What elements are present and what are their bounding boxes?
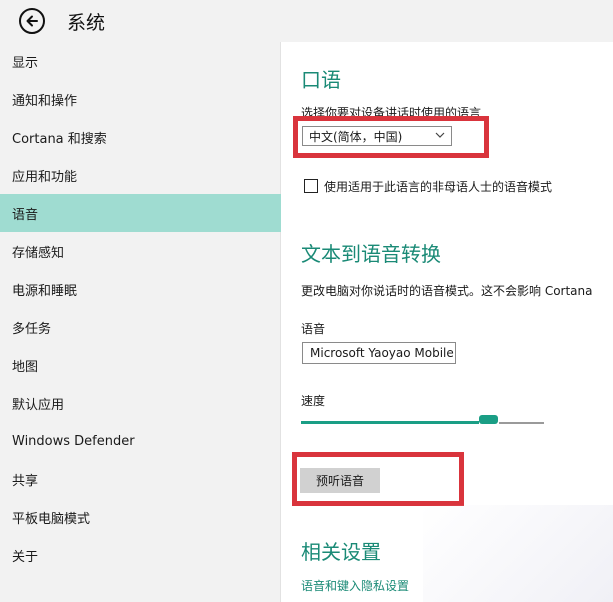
sidebar-item-cortana[interactable]: Cortana 和搜索 — [0, 118, 281, 156]
back-button[interactable] — [19, 8, 45, 34]
sidebar-item-maps[interactable]: 地图 — [0, 346, 281, 384]
non-native-checkbox-label[interactable]: 使用适用于此语言的非母语人士的语音模式 — [324, 178, 552, 195]
related-settings-heading: 相关设置 — [301, 540, 381, 564]
tts-heading: 文本到语音转换 — [301, 242, 441, 266]
page-title: 系统 — [67, 12, 106, 34]
sidebar-item-power[interactable]: 电源和睡眠 — [0, 270, 281, 308]
highlight-box-preview — [292, 452, 464, 506]
non-native-checkbox[interactable] — [304, 179, 318, 193]
tts-description: 更改电脑对你说话时的语音模式。这不会影响 Cortana — [301, 284, 593, 298]
sidebar-item-display[interactable]: 显示 — [0, 42, 281, 80]
voice-label: 语音 — [301, 322, 326, 336]
voice-dropdown[interactable]: Microsoft Yaoyao Mobile — [302, 342, 456, 364]
sidebar-item-multitasking[interactable]: 多任务 — [0, 308, 281, 346]
sidebar-item-speech[interactable]: 语音 — [0, 194, 281, 232]
sidebar-item-notifications[interactable]: 通知和操作 — [0, 80, 281, 118]
speech-heading: 口语 — [301, 68, 341, 92]
sidebar-item-about[interactable]: 关于 — [0, 536, 281, 574]
arrow-left-icon — [26, 15, 38, 27]
sidebar-item-defender[interactable]: Windows Defender — [0, 422, 281, 460]
sidebar-item-sharing[interactable]: 共享 — [0, 460, 281, 498]
speed-slider-thumb[interactable] — [479, 415, 498, 424]
title-bar: 系统 — [0, 0, 613, 42]
sidebar: 显示 通知和操作 Cortana 和搜索 应用和功能 语音 存储感知 电源和睡眠… — [0, 42, 281, 602]
watermark — [423, 505, 613, 602]
speed-slider-fill[interactable] — [301, 421, 479, 424]
highlight-box-language — [293, 116, 489, 158]
speed-label: 速度 — [301, 394, 326, 408]
sidebar-item-storage[interactable]: 存储感知 — [0, 232, 281, 270]
sidebar-item-apps[interactable]: 应用和功能 — [0, 156, 281, 194]
speed-slider-track[interactable] — [499, 422, 544, 424]
sidebar-item-default-apps[interactable]: 默认应用 — [0, 384, 281, 422]
sidebar-item-tablet-mode[interactable]: 平板电脑模式 — [0, 498, 281, 536]
privacy-settings-link[interactable]: 语音和键入隐私设置 — [301, 577, 409, 594]
